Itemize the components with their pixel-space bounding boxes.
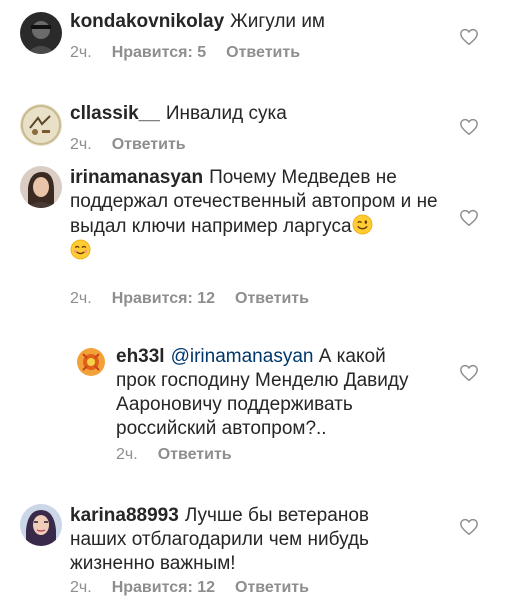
comment-text: Жигули им: [230, 11, 325, 32]
avatar[interactable]: [20, 104, 62, 146]
avatar[interactable]: [77, 348, 105, 376]
reply-button[interactable]: Ответить: [226, 44, 300, 61]
reply-button[interactable]: Ответить: [235, 290, 309, 307]
comment-body: cllassik__ Инвалид сука: [70, 102, 450, 126]
smiling-face-emoji: [70, 239, 91, 260]
comment-body: eh33l @irinamanasyan А какой прок господи…: [116, 345, 416, 441]
comment-meta: 2ч. Нравится: 5 Ответить: [70, 43, 300, 63]
comment-meta: 2ч. Ответить: [116, 445, 232, 465]
comment-meta: 2ч. Ответить: [70, 135, 186, 155]
heart-outline-icon[interactable]: [459, 364, 479, 382]
comment-text: Инвалид сука: [165, 103, 287, 124]
username[interactable]: irinamanasyan: [70, 167, 203, 188]
comment-time: 2ч.: [70, 290, 92, 307]
mention-link[interactable]: @irinamanasyan: [171, 346, 314, 367]
comment-time: 2ч.: [70, 44, 92, 61]
avatar[interactable]: [20, 166, 62, 208]
username[interactable]: karina88993: [70, 505, 179, 526]
reply-button[interactable]: Ответить: [158, 446, 232, 463]
username[interactable]: kondakovnikolay: [70, 11, 224, 32]
comment-body: kondakovnikolay Жигули им: [70, 10, 450, 34]
likes-count[interactable]: Нравится: 5: [112, 44, 206, 61]
comment-body: irinamanasyan Почему Медведев не поддержа…: [70, 166, 442, 264]
avatar[interactable]: [20, 12, 62, 54]
comment-meta: 2ч. Нравится: 12 Ответить: [70, 578, 309, 598]
heart-outline-icon[interactable]: [459, 518, 479, 536]
reply-button[interactable]: Ответить: [112, 136, 186, 153]
reply-button[interactable]: Ответить: [235, 579, 309, 596]
likes-count[interactable]: Нравится: 12: [112, 290, 215, 307]
comment-time: 2ч.: [116, 446, 138, 463]
comment-time: 2ч.: [70, 136, 92, 153]
heart-outline-icon[interactable]: [459, 209, 479, 227]
username[interactable]: cllassik__: [70, 103, 160, 124]
avatar[interactable]: [20, 504, 62, 546]
comment-body: karina88993 Лучше бы ветеранов наших отбл…: [70, 504, 400, 576]
likes-count[interactable]: Нравится: 12: [112, 579, 215, 596]
comment-meta: 2ч. Нравится: 12 Ответить: [70, 289, 309, 309]
heart-outline-icon[interactable]: [459, 118, 479, 136]
heart-outline-icon[interactable]: [459, 28, 479, 46]
username[interactable]: eh33l: [116, 346, 165, 367]
comment-time: 2ч.: [70, 579, 92, 596]
winking-face-emoji: [352, 214, 373, 235]
